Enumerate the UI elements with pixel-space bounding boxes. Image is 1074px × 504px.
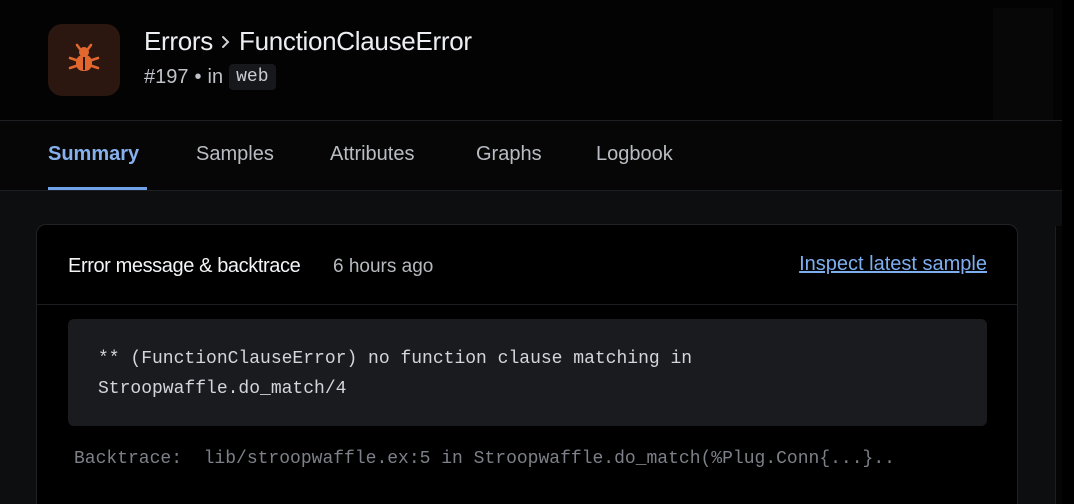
chevron-right-icon	[213, 35, 239, 49]
card-title: Error message & backtrace	[68, 255, 301, 277]
breadcrumb-errors-link[interactable]: Errors	[144, 26, 213, 57]
error-header: Errors FunctionClauseError #197 • in web	[0, 0, 1062, 120]
breadcrumb: Errors FunctionClauseError	[144, 26, 472, 57]
bug-icon	[68, 43, 100, 71]
incident-meta: #197 • in web	[144, 64, 276, 90]
backtrace-line: Backtrace: lib/stroopwaffle.ex:5 in Stro…	[74, 449, 895, 469]
side-panel-edge	[1055, 226, 1062, 504]
separator-dot: •	[194, 65, 202, 88]
page-title: FunctionClauseError	[238, 26, 472, 56]
error-message-card: Error message & backtrace 6 hours ago In…	[36, 224, 1018, 504]
window-edge	[1062, 0, 1074, 504]
tab-bar: Summary Samples Attributes Graphs Logboo…	[0, 121, 1062, 191]
tab-logbook[interactable]: Logbook	[596, 143, 673, 166]
error-message: ** (FunctionClauseError) no function cla…	[68, 319, 987, 426]
tab-attributes[interactable]: Attributes	[330, 143, 414, 166]
timestamp: 6 hours ago	[333, 256, 434, 277]
tab-summary[interactable]: Summary	[48, 143, 139, 166]
incident-number: #197	[144, 65, 189, 88]
namespace-badge: web	[229, 64, 276, 90]
inspect-latest-sample-link[interactable]: Inspect latest sample	[799, 253, 987, 276]
card-header: Error message & backtrace 6 hours ago In…	[37, 225, 1017, 305]
in-label: in	[207, 65, 224, 88]
tab-graphs[interactable]: Graphs	[476, 143, 542, 166]
bug-icon-tile	[48, 24, 120, 96]
tab-samples[interactable]: Samples	[196, 143, 274, 166]
